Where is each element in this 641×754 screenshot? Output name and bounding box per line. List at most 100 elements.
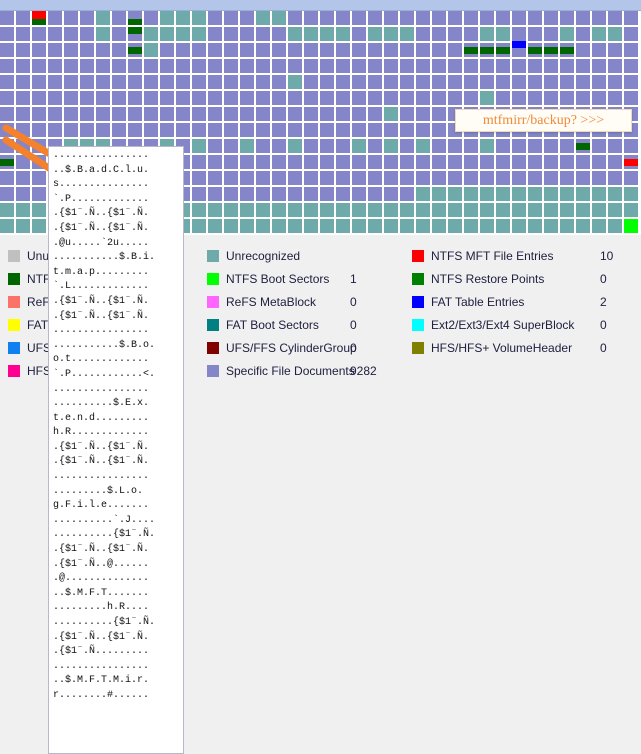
cluster-cell[interactable] xyxy=(160,107,174,121)
cluster-cell[interactable] xyxy=(224,187,238,201)
cluster-cell[interactable] xyxy=(16,43,30,57)
cluster-cell[interactable] xyxy=(272,187,286,201)
cluster-cell[interactable] xyxy=(112,43,126,57)
cluster-cell[interactable] xyxy=(224,107,238,121)
cluster-cell[interactable] xyxy=(256,139,270,153)
cluster-cell[interactable] xyxy=(592,11,606,25)
cluster-cell[interactable] xyxy=(272,123,286,137)
cluster-cell[interactable] xyxy=(624,59,638,73)
cluster-cell[interactable] xyxy=(560,155,574,169)
cluster-cell[interactable] xyxy=(416,75,430,89)
cluster-cell[interactable] xyxy=(16,203,30,217)
cluster-cell[interactable] xyxy=(496,187,510,201)
cluster-cell[interactable] xyxy=(304,11,318,25)
cluster-cell[interactable] xyxy=(64,75,78,89)
cluster-cell[interactable] xyxy=(48,43,62,57)
cluster-cell[interactable] xyxy=(480,27,494,41)
cluster-cell[interactable] xyxy=(0,91,14,105)
cluster-cell[interactable] xyxy=(256,219,270,233)
cluster-cell[interactable] xyxy=(16,91,30,105)
cluster-cell[interactable] xyxy=(240,219,254,233)
cluster-cell[interactable] xyxy=(400,203,414,217)
cluster-cell[interactable] xyxy=(160,91,174,105)
cluster-cell[interactable] xyxy=(256,123,270,137)
cluster-cell[interactable] xyxy=(544,27,558,41)
cluster-cell[interactable] xyxy=(320,75,334,89)
cluster-cell[interactable] xyxy=(208,219,222,233)
cluster-cell[interactable] xyxy=(304,155,318,169)
cluster-cell[interactable] xyxy=(48,59,62,73)
cluster-cell[interactable] xyxy=(80,123,94,137)
cluster-cell[interactable] xyxy=(288,203,302,217)
cluster-cell[interactable] xyxy=(288,75,302,89)
cluster-cell[interactable] xyxy=(272,27,286,41)
cluster-cell[interactable] xyxy=(32,187,46,201)
cluster-cell[interactable] xyxy=(464,203,478,217)
cluster-cell[interactable] xyxy=(144,107,158,121)
cluster-cell[interactable] xyxy=(288,155,302,169)
cluster-cell[interactable] xyxy=(128,91,142,105)
cluster-cell[interactable] xyxy=(224,139,238,153)
cluster-cell[interactable] xyxy=(224,155,238,169)
cluster-cell[interactable] xyxy=(256,187,270,201)
cluster-cell[interactable] xyxy=(240,107,254,121)
cluster-cell[interactable] xyxy=(96,75,110,89)
cluster-cell[interactable] xyxy=(608,187,622,201)
cluster-cell[interactable] xyxy=(160,75,174,89)
cluster-cell[interactable] xyxy=(272,139,286,153)
cluster-cell[interactable] xyxy=(352,187,366,201)
cluster-cell[interactable] xyxy=(256,43,270,57)
cluster-cell[interactable] xyxy=(512,27,526,41)
cluster-cell[interactable] xyxy=(576,11,590,25)
cluster-cell[interactable] xyxy=(576,155,590,169)
cluster-cell[interactable] xyxy=(400,75,414,89)
cluster-cell[interactable] xyxy=(192,11,206,25)
cluster-cell[interactable] xyxy=(32,139,46,153)
cluster-cell[interactable] xyxy=(624,203,638,217)
cluster-cell[interactable] xyxy=(400,11,414,25)
cluster-cell[interactable] xyxy=(384,43,398,57)
cluster-cell[interactable] xyxy=(288,171,302,185)
cluster-cell[interactable] xyxy=(416,219,430,233)
cluster-cell[interactable] xyxy=(256,91,270,105)
cluster-cell[interactable] xyxy=(528,139,542,153)
cluster-cell[interactable] xyxy=(80,91,94,105)
cluster-cell[interactable] xyxy=(512,187,526,201)
cluster-cell[interactable] xyxy=(480,171,494,185)
cluster-cell[interactable] xyxy=(304,219,318,233)
cluster-cell[interactable] xyxy=(32,219,46,233)
cluster-cell[interactable] xyxy=(112,107,126,121)
cluster-cell[interactable] xyxy=(336,187,350,201)
cluster-cell[interactable] xyxy=(352,59,366,73)
cluster-cell[interactable] xyxy=(352,139,366,153)
cluster-cell[interactable] xyxy=(176,107,190,121)
cluster-cell[interactable] xyxy=(0,203,14,217)
cluster-cell[interactable] xyxy=(96,27,110,41)
cluster-cell[interactable] xyxy=(96,123,110,137)
cluster-cell[interactable] xyxy=(448,91,462,105)
cluster-cell[interactable] xyxy=(352,203,366,217)
cluster-cell[interactable] xyxy=(480,59,494,73)
cluster-cell[interactable] xyxy=(240,59,254,73)
cluster-cell[interactable] xyxy=(384,171,398,185)
cluster-cell[interactable] xyxy=(240,27,254,41)
cluster-cell[interactable] xyxy=(608,155,622,169)
cluster-cell[interactable] xyxy=(96,59,110,73)
cluster-cell[interactable] xyxy=(384,11,398,25)
cluster-cell[interactable] xyxy=(192,203,206,217)
cluster-cell[interactable] xyxy=(416,171,430,185)
cluster-cell[interactable] xyxy=(384,123,398,137)
cluster-cell[interactable] xyxy=(544,203,558,217)
cluster-cell[interactable] xyxy=(464,27,478,41)
cluster-cell[interactable] xyxy=(368,91,382,105)
cluster-cell[interactable] xyxy=(192,27,206,41)
cluster-cell[interactable] xyxy=(368,123,382,137)
cluster-cell[interactable] xyxy=(624,91,638,105)
cluster-cell[interactable] xyxy=(576,59,590,73)
cluster-cell[interactable] xyxy=(480,187,494,201)
cluster-cell[interactable] xyxy=(160,123,174,137)
cluster-cell[interactable] xyxy=(208,123,222,137)
cluster-cell[interactable] xyxy=(176,43,190,57)
cluster-cell[interactable] xyxy=(0,107,14,121)
cluster-cell[interactable] xyxy=(496,219,510,233)
